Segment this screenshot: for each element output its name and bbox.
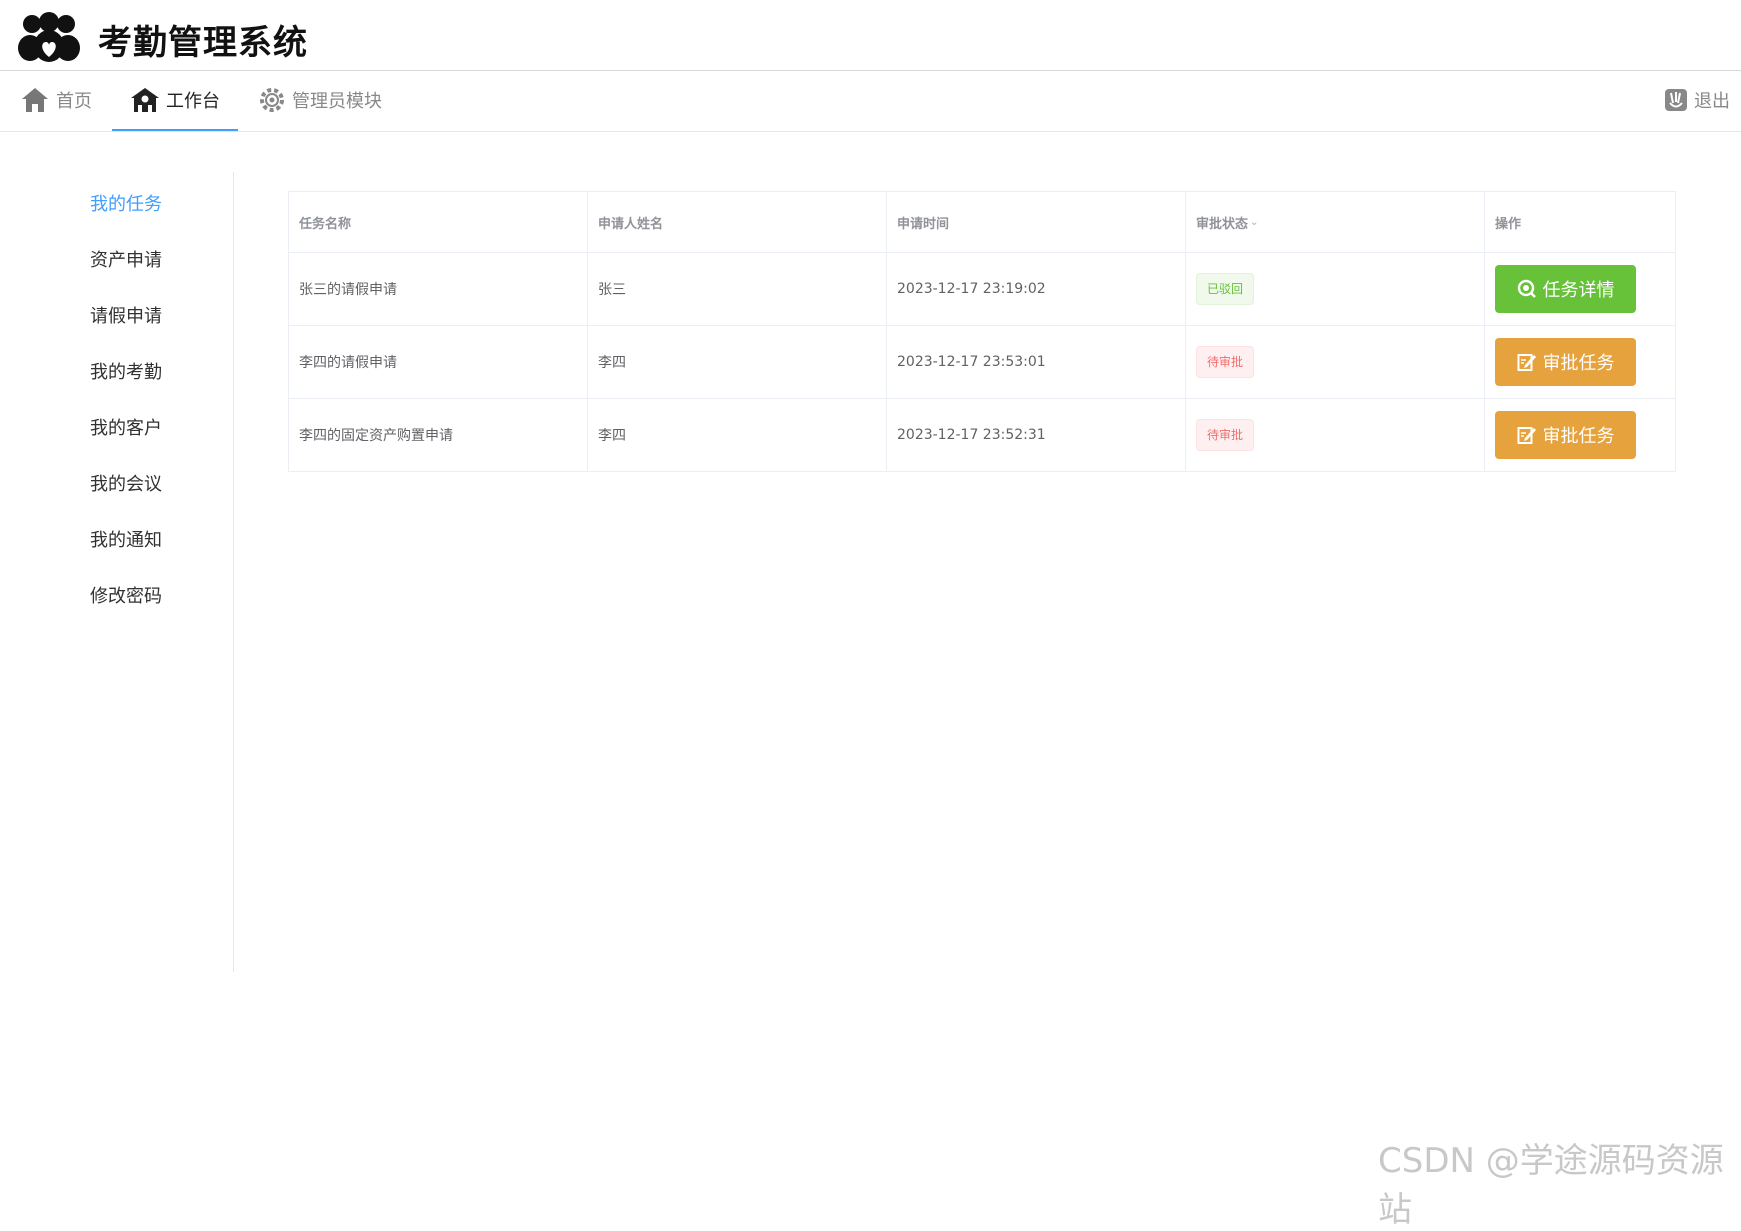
table-row: 张三的请假申请 张三 2023-12-17 23:19:02 已驳回 任务详情 — [289, 253, 1675, 326]
app-title: 考勤管理系统 — [98, 23, 308, 63]
edit-icon — [1517, 354, 1536, 371]
app-header: 考勤管理系统 — [0, 0, 1741, 71]
column-header-time: 申请时间 — [887, 192, 1186, 252]
gear-icon — [260, 88, 284, 112]
cell-status: 已驳回 — [1186, 253, 1485, 325]
cell-task: 李四的请假申请 — [289, 326, 588, 398]
home-icon — [22, 88, 48, 112]
task-detail-button-label: 任务详情 — [1542, 280, 1615, 301]
cell-status: 待审批 — [1186, 399, 1485, 471]
table-row: 李四的固定资产购置申请 李四 2023-12-17 23:52:31 待审批 审… — [289, 399, 1675, 471]
column-header-applicant: 申请人姓名 — [588, 192, 887, 252]
cell-task: 李四的固定资产购置申请 — [289, 399, 588, 471]
sidebar-item-asset-request[interactable]: 资产申请 — [90, 246, 162, 272]
approve-task-button-label: 审批任务 — [1542, 353, 1615, 374]
nav-logout-label: 退出 — [1694, 91, 1730, 112]
nav-admin[interactable]: 管理员模块 — [258, 71, 382, 129]
sidebar-item-my-customers[interactable]: 我的客户 — [90, 414, 162, 440]
cell-action: 任务详情 — [1485, 253, 1675, 325]
cell-action: 审批任务 — [1485, 399, 1675, 471]
search-icon — [1517, 279, 1536, 298]
sidebar: 我的任务 资产申请 请假申请 我的考勤 我的客户 我的会议 我的通知 修改密码 — [0, 172, 234, 972]
sidebar-item-change-password[interactable]: 修改密码 — [90, 582, 162, 608]
column-header-task: 任务名称 — [289, 192, 588, 252]
sidebar-item-leave-request[interactable]: 请假申请 — [90, 302, 162, 328]
logout-icon — [1665, 89, 1687, 111]
table-header-row: 任务名称 申请人姓名 申请时间 审批状态 ⌄ 操作 — [289, 192, 1675, 253]
edit-icon — [1517, 427, 1536, 444]
nav-logout[interactable]: 退出 — [1664, 71, 1730, 129]
watermark: CSDN @学途源码资源站 — [1378, 1141, 1724, 1230]
approve-task-button[interactable]: 审批任务 — [1495, 411, 1636, 459]
chevron-down-icon[interactable]: ⌄ — [1250, 217, 1258, 228]
approve-task-button-label: 审批任务 — [1542, 426, 1615, 447]
nav-workbench-label: 工作台 — [166, 91, 220, 112]
cell-applicant: 李四 — [588, 399, 887, 471]
cell-applicant: 张三 — [588, 253, 887, 325]
approve-task-button[interactable]: 审批任务 — [1495, 338, 1636, 386]
cell-time: 2023-12-17 23:19:02 — [887, 253, 1186, 325]
sidebar-item-my-meetings[interactable]: 我的会议 — [90, 470, 162, 496]
status-badge: 待审批 — [1196, 346, 1255, 378]
nav-home-label: 首页 — [56, 91, 92, 112]
users-heart-icon — [18, 12, 80, 62]
school-icon — [131, 88, 159, 112]
cell-task: 张三的请假申请 — [289, 253, 588, 325]
sidebar-item-my-attendance[interactable]: 我的考勤 — [90, 358, 162, 384]
status-badge: 待审批 — [1196, 419, 1255, 451]
column-header-status-label: 审批状态 — [1196, 216, 1249, 232]
task-table: 任务名称 申请人姓名 申请时间 审批状态 ⌄ 操作 张三的请假申请 张三 202… — [288, 191, 1676, 472]
sidebar-item-my-notices[interactable]: 我的通知 — [90, 526, 162, 552]
nav-workbench[interactable]: 工作台 — [112, 71, 238, 131]
sidebar-item-my-tasks[interactable]: 我的任务 — [90, 190, 162, 216]
cell-time: 2023-12-17 23:52:31 — [887, 399, 1186, 471]
cell-action: 审批任务 — [1485, 326, 1675, 398]
status-badge: 已驳回 — [1196, 273, 1255, 305]
nav-home[interactable]: 首页 — [20, 71, 92, 129]
cell-applicant: 李四 — [588, 326, 887, 398]
cell-status: 待审批 — [1186, 326, 1485, 398]
column-header-status[interactable]: 审批状态 ⌄ — [1186, 192, 1485, 252]
nav-admin-label: 管理员模块 — [292, 91, 382, 112]
table-row: 李四的请假申请 李四 2023-12-17 23:53:01 待审批 审批任务 — [289, 326, 1675, 399]
cell-time: 2023-12-17 23:53:01 — [887, 326, 1186, 398]
top-nav: 首页 工作台 管理员模块 退出 — [0, 71, 1741, 132]
column-header-action: 操作 — [1495, 216, 1522, 232]
task-detail-button[interactable]: 任务详情 — [1495, 265, 1636, 313]
